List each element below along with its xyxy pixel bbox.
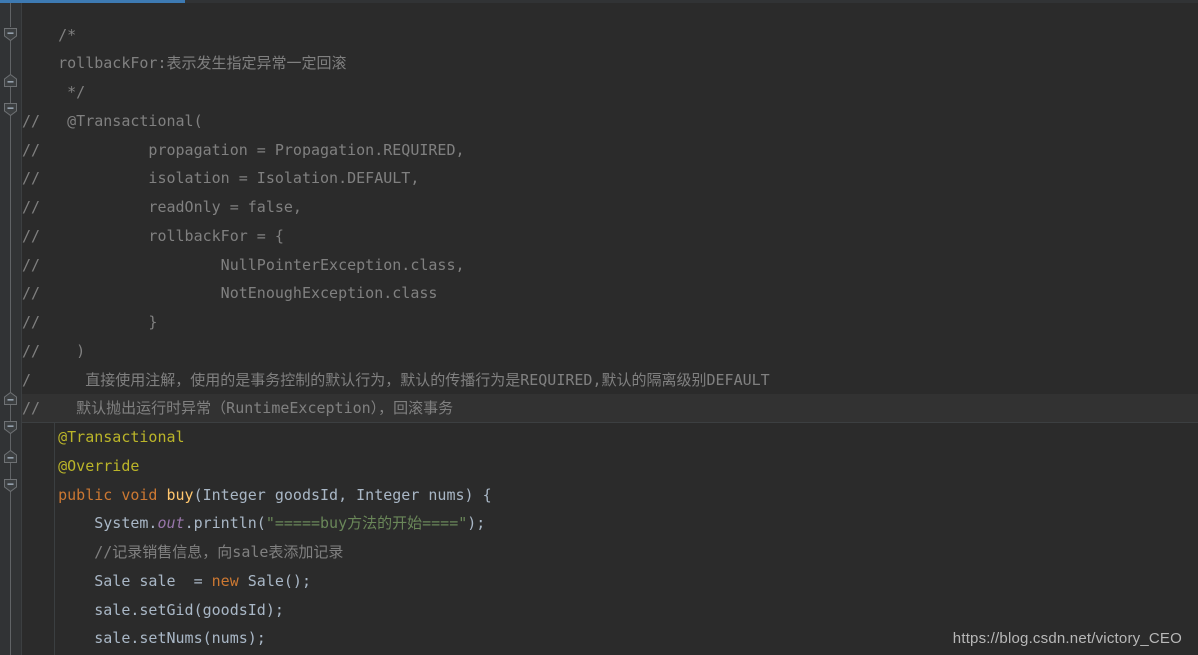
code-token: Sale sale = xyxy=(22,572,212,590)
code-token: Sale(); xyxy=(247,572,311,590)
code-line[interactable]: // ) xyxy=(22,337,1198,366)
code-token: sale.setGid(goodsId); xyxy=(22,601,284,619)
fold-marker-collapse-up[interactable] xyxy=(3,73,18,88)
fold-marker-collapse-down[interactable] xyxy=(3,420,18,435)
code-line[interactable]: // NullPointerException.class, xyxy=(22,251,1198,280)
fold-spine xyxy=(10,87,11,103)
fold-marker-collapse-down[interactable] xyxy=(3,102,18,117)
code-line[interactable]: // @Transactional( xyxy=(22,107,1198,136)
code-text-area[interactable]: /* rollbackFor:表示发生指定异常一定回滚 */ // @Transa… xyxy=(22,3,1198,655)
code-token: // @Transactional( xyxy=(22,112,203,130)
code-token: //记录销售信息，向sale表添加记录 xyxy=(22,543,344,561)
code-token: // 默认抛出运行时异常（RuntimeException），回滚事务 xyxy=(22,399,454,417)
code-token: rollbackFor:表示发生指定异常一定回滚 xyxy=(22,54,347,72)
code-token: // NullPointerException.class, xyxy=(22,256,465,274)
code-token: // readOnly = false, xyxy=(22,198,302,216)
code-token: // propagation = Propagation.REQUIRED, xyxy=(22,141,465,159)
code-line[interactable]: /* xyxy=(22,21,1198,50)
fold-marker-collapse-up[interactable] xyxy=(3,449,18,464)
fold-spine-head xyxy=(10,3,11,27)
code-line[interactable]: //记录销售信息，向sale表添加记录 xyxy=(22,538,1198,567)
watermark-url: https://blog.csdn.net/victory_CEO xyxy=(952,630,1182,647)
code-token: System. xyxy=(22,514,158,532)
code-token: "=====buy方法的开始====" xyxy=(265,514,468,532)
code-token: // isolation = Isolation.DEFAULT, xyxy=(22,169,420,187)
code-token: new xyxy=(211,572,248,590)
editor-gutter[interactable] xyxy=(0,3,22,655)
code-token: // NotEnoughException.class xyxy=(22,284,438,302)
fold-spine xyxy=(10,434,11,450)
code-line[interactable]: // 默认抛出运行时异常（RuntimeException），回滚事务 xyxy=(22,394,1198,423)
fold-marker-collapse-down[interactable] xyxy=(3,27,18,42)
fold-spine xyxy=(10,463,11,479)
code-line[interactable]: Sale sale = new Sale(); xyxy=(22,567,1198,596)
fold-spine-tail xyxy=(10,492,11,655)
code-token: // ) xyxy=(22,342,86,360)
fold-spine xyxy=(10,41,11,74)
fold-spine xyxy=(10,116,11,392)
fold-spine xyxy=(10,405,11,421)
code-line[interactable]: public void buy(Integer goodsId, Integer… xyxy=(22,481,1198,510)
code-line[interactable]: // propagation = Propagation.REQUIRED, xyxy=(22,136,1198,165)
code-line[interactable]: // isolation = Isolation.DEFAULT, xyxy=(22,164,1198,193)
code-line[interactable]: / 直接使用注解，使用的是事务控制的默认行为，默认的传播行为是REQUIRED,… xyxy=(22,366,1198,395)
code-token: out xyxy=(157,514,185,532)
code-token: ); xyxy=(467,514,486,532)
fold-marker-collapse-down[interactable] xyxy=(3,478,18,493)
code-line[interactable]: @Transactional xyxy=(22,423,1198,452)
code-token: sale.setNums(nums); xyxy=(22,629,266,647)
code-token: .println( xyxy=(184,514,266,532)
code-line[interactable]: // NotEnoughException.class xyxy=(22,279,1198,308)
code-line[interactable]: // } xyxy=(22,308,1198,337)
fold-marker-collapse-up[interactable] xyxy=(3,391,18,406)
code-token: @Override xyxy=(22,457,140,475)
code-token: (Integer goodsId, Integer nums) { xyxy=(193,486,492,504)
code-line[interactable]: @Override xyxy=(22,452,1198,481)
code-line[interactable]: // rollbackFor = { xyxy=(22,222,1198,251)
code-token: / 直接使用注解，使用的是事务控制的默认行为，默认的传播行为是REQUIRED,… xyxy=(22,371,770,389)
code-line[interactable]: rollbackFor:表示发生指定异常一定回滚 xyxy=(22,49,1198,78)
code-token: // } xyxy=(22,313,158,331)
code-token: public void xyxy=(22,486,167,504)
code-line[interactable]: System.out.println("=====buy方法的开始===="); xyxy=(22,509,1198,538)
code-line[interactable]: // readOnly = false, xyxy=(22,193,1198,222)
code-line[interactable]: sale.setGid(goodsId); xyxy=(22,596,1198,625)
code-token: /* xyxy=(22,26,77,44)
code-token: @Transactional xyxy=(22,428,185,446)
code-token: buy xyxy=(166,486,194,504)
code-editor-window: /* rollbackFor:表示发生指定异常一定回滚 */ // @Transa… xyxy=(0,0,1198,655)
code-token: */ xyxy=(22,83,86,101)
code-line[interactable]: */ xyxy=(22,78,1198,107)
code-token: // rollbackFor = { xyxy=(22,227,284,245)
